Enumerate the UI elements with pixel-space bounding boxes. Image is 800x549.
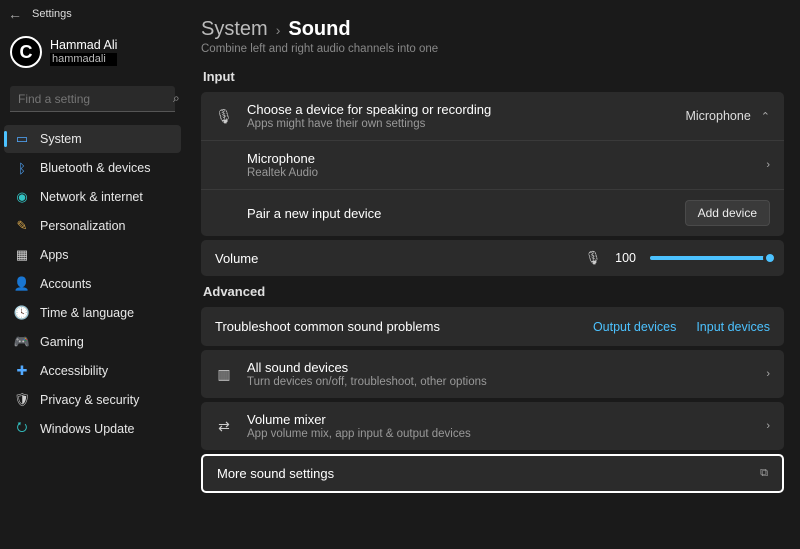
volume-slider[interactable]: [650, 256, 770, 260]
sidebar-item-label: Apps: [40, 248, 69, 262]
row-title: Pair a new input device: [247, 206, 671, 221]
chevron-right-icon: ›: [766, 159, 770, 171]
system-icon: ▭: [14, 131, 30, 147]
input-card: 🎙 Choose a device for speaking or record…: [201, 92, 784, 236]
volume-value: 100: [615, 251, 636, 265]
row-sub: Apps might have their own settings: [247, 118, 671, 130]
all-devices-card: ▥ All sound devices Turn devices on/off,…: [201, 350, 784, 398]
row-volume-mixer[interactable]: ⇄ Volume mixer App volume mix, app input…: [201, 402, 784, 450]
sidebar-item-privacy[interactable]: 🛡 Privacy & security: [4, 386, 181, 414]
search-icon: ⌕: [173, 91, 180, 106]
row-title: All sound devices: [247, 360, 752, 375]
row-sub: Realtek Audio: [247, 167, 752, 179]
row-title: Choose a device for speaking or recordin…: [247, 102, 671, 117]
sidebar-item-time[interactable]: 🕓 Time & language: [4, 299, 181, 327]
profile-username: hammadali: [50, 53, 117, 66]
sidebar-item-label: Accounts: [40, 277, 91, 291]
row-title: Volume mixer: [247, 412, 752, 427]
profile-name: Hammad Ali: [50, 38, 117, 53]
search-box[interactable]: ⌕: [10, 86, 175, 112]
sidebar: C Hammad Ali hammadali ⌕ ▭ System ᛒ Blueto…: [0, 0, 185, 549]
row-microphone[interactable]: Microphone Realtek Audio ›: [201, 140, 784, 189]
sidebar-item-label: Bluetooth & devices: [40, 161, 151, 175]
sidebar-item-gaming[interactable]: 🎮 Gaming: [4, 328, 181, 356]
devices-icon: ▥: [215, 366, 233, 383]
sidebar-item-label: Windows Update: [40, 422, 135, 436]
chevron-right-icon: ›: [766, 368, 770, 380]
profile-block[interactable]: C Hammad Ali hammadali: [0, 32, 185, 78]
input-device-value: Microphone: [685, 109, 750, 123]
row-choose-input-device[interactable]: 🎙 Choose a device for speaking or record…: [201, 92, 784, 140]
window-title: Settings: [32, 8, 72, 20]
apps-icon: ▦: [14, 247, 30, 263]
sidebar-item-label: Personalization: [40, 219, 125, 233]
row-troubleshoot: Troubleshoot common sound problems Outpu…: [201, 307, 784, 346]
row-title: Microphone: [247, 151, 752, 166]
sidebar-item-label: Gaming: [40, 335, 84, 349]
row-title: More sound settings: [217, 466, 746, 481]
section-title-input: Input: [203, 69, 784, 84]
row-sub: Turn devices on/off, troubleshoot, other…: [247, 376, 752, 388]
mixer-icon: ⇄: [215, 418, 233, 435]
shield-icon: 🛡: [14, 392, 30, 408]
sidebar-item-system[interactable]: ▭ System: [4, 125, 181, 153]
row-input-volume: Volume 🎙 100: [201, 240, 784, 276]
troubleshoot-card: Troubleshoot common sound problems Outpu…: [201, 307, 784, 346]
sidebar-item-apps[interactable]: ▦ Apps: [4, 241, 181, 269]
mono-subline: Combine left and right audio channels in…: [201, 43, 784, 55]
accounts-icon: 👤: [14, 276, 30, 292]
sidebar-item-label: Time & language: [40, 306, 134, 320]
row-title: Troubleshoot common sound problems: [215, 319, 573, 334]
sidebar-item-windows-update[interactable]: ⭮ Windows Update: [4, 415, 181, 443]
accessibility-icon: ✚: [14, 363, 30, 379]
sidebar-item-network[interactable]: ◉ Network & internet: [4, 183, 181, 211]
sidebar-item-label: Accessibility: [40, 364, 108, 378]
external-link-icon: ⧉: [760, 467, 768, 480]
brush-icon: ✎: [14, 218, 30, 234]
clock-icon: 🕓: [14, 305, 30, 321]
volume-label: Volume: [215, 251, 258, 266]
gaming-icon: 🎮: [14, 334, 30, 350]
search-input[interactable]: [18, 92, 173, 106]
row-all-sound-devices[interactable]: ▥ All sound devices Turn devices on/off,…: [201, 350, 784, 398]
chevron-up-icon: ⌃: [761, 110, 770, 123]
row-sub: App volume mix, app input & output devic…: [247, 428, 752, 440]
more-sound-settings-card: More sound settings ⧉: [201, 454, 784, 493]
row-more-sound-settings[interactable]: More sound settings ⧉: [203, 456, 782, 491]
sidebar-item-label: Network & internet: [40, 190, 143, 204]
link-input-devices[interactable]: Input devices: [696, 320, 770, 334]
link-output-devices[interactable]: Output devices: [593, 320, 676, 334]
bluetooth-icon: ᛒ: [14, 160, 30, 176]
microphone-icon: 🎙: [215, 108, 233, 125]
input-volume-card: Volume 🎙 100: [201, 240, 784, 276]
update-icon: ⭮: [14, 421, 30, 437]
sidebar-item-label: System: [40, 132, 82, 146]
row-pair-device: Pair a new input device Add device: [201, 189, 784, 236]
sidebar-item-personalization[interactable]: ✎ Personalization: [4, 212, 181, 240]
microphone-icon: 🎙: [585, 250, 602, 266]
wifi-icon: ◉: [14, 189, 30, 205]
sidebar-item-bluetooth[interactable]: ᛒ Bluetooth & devices: [4, 154, 181, 182]
avatar: C: [10, 36, 42, 68]
back-arrow-icon[interactable]: ←: [8, 6, 22, 22]
content: System › Sound Combine left and right au…: [185, 0, 800, 549]
sidebar-item-accessibility[interactable]: ✚ Accessibility: [4, 357, 181, 385]
volume-mixer-card: ⇄ Volume mixer App volume mix, app input…: [201, 402, 784, 450]
chevron-right-icon: ›: [766, 420, 770, 432]
add-device-button[interactable]: Add device: [685, 200, 770, 226]
sidebar-item-label: Privacy & security: [40, 393, 139, 407]
section-title-advanced: Advanced: [203, 284, 784, 299]
sidebar-item-accounts[interactable]: 👤 Accounts: [4, 270, 181, 298]
